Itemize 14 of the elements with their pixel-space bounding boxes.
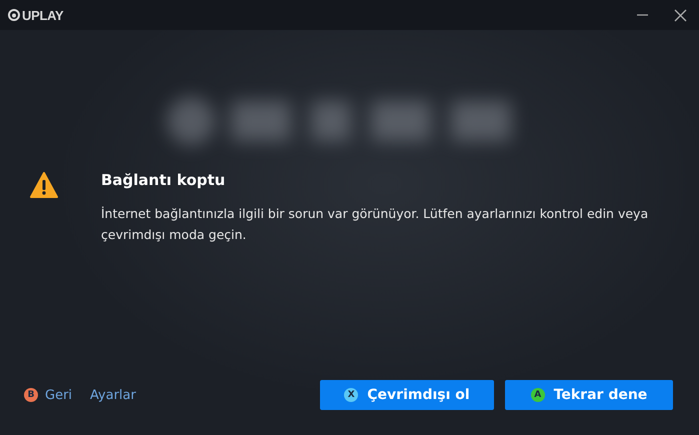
minimize-icon[interactable] (636, 14, 648, 16)
swirl-logo-icon (8, 9, 20, 21)
app-logo-text: UPLAY (22, 8, 64, 22)
warning-icon (30, 172, 58, 198)
button-badge-icon: X (344, 388, 358, 402)
close-icon[interactable] (674, 8, 686, 22)
action-button[interactable]: A Tekrar dene (505, 380, 673, 410)
footer-link[interactable]: Ayarlar (90, 388, 136, 402)
dialog-title: Bağlantı koptu (101, 171, 226, 189)
footer-link[interactable]: B Geri (24, 388, 72, 402)
button-badge-icon: A (530, 388, 545, 402)
dialog-message: İnternet bağlantınızla ilgili bir sorun var görünüyor. Lütfen ayarlarınızı kontrol edin veya çevrimdışı moda geçin. (101, 205, 650, 244)
button-badge-icon: B (24, 388, 38, 402)
action-button[interactable]: X Çevrimdışı ol (320, 380, 494, 410)
